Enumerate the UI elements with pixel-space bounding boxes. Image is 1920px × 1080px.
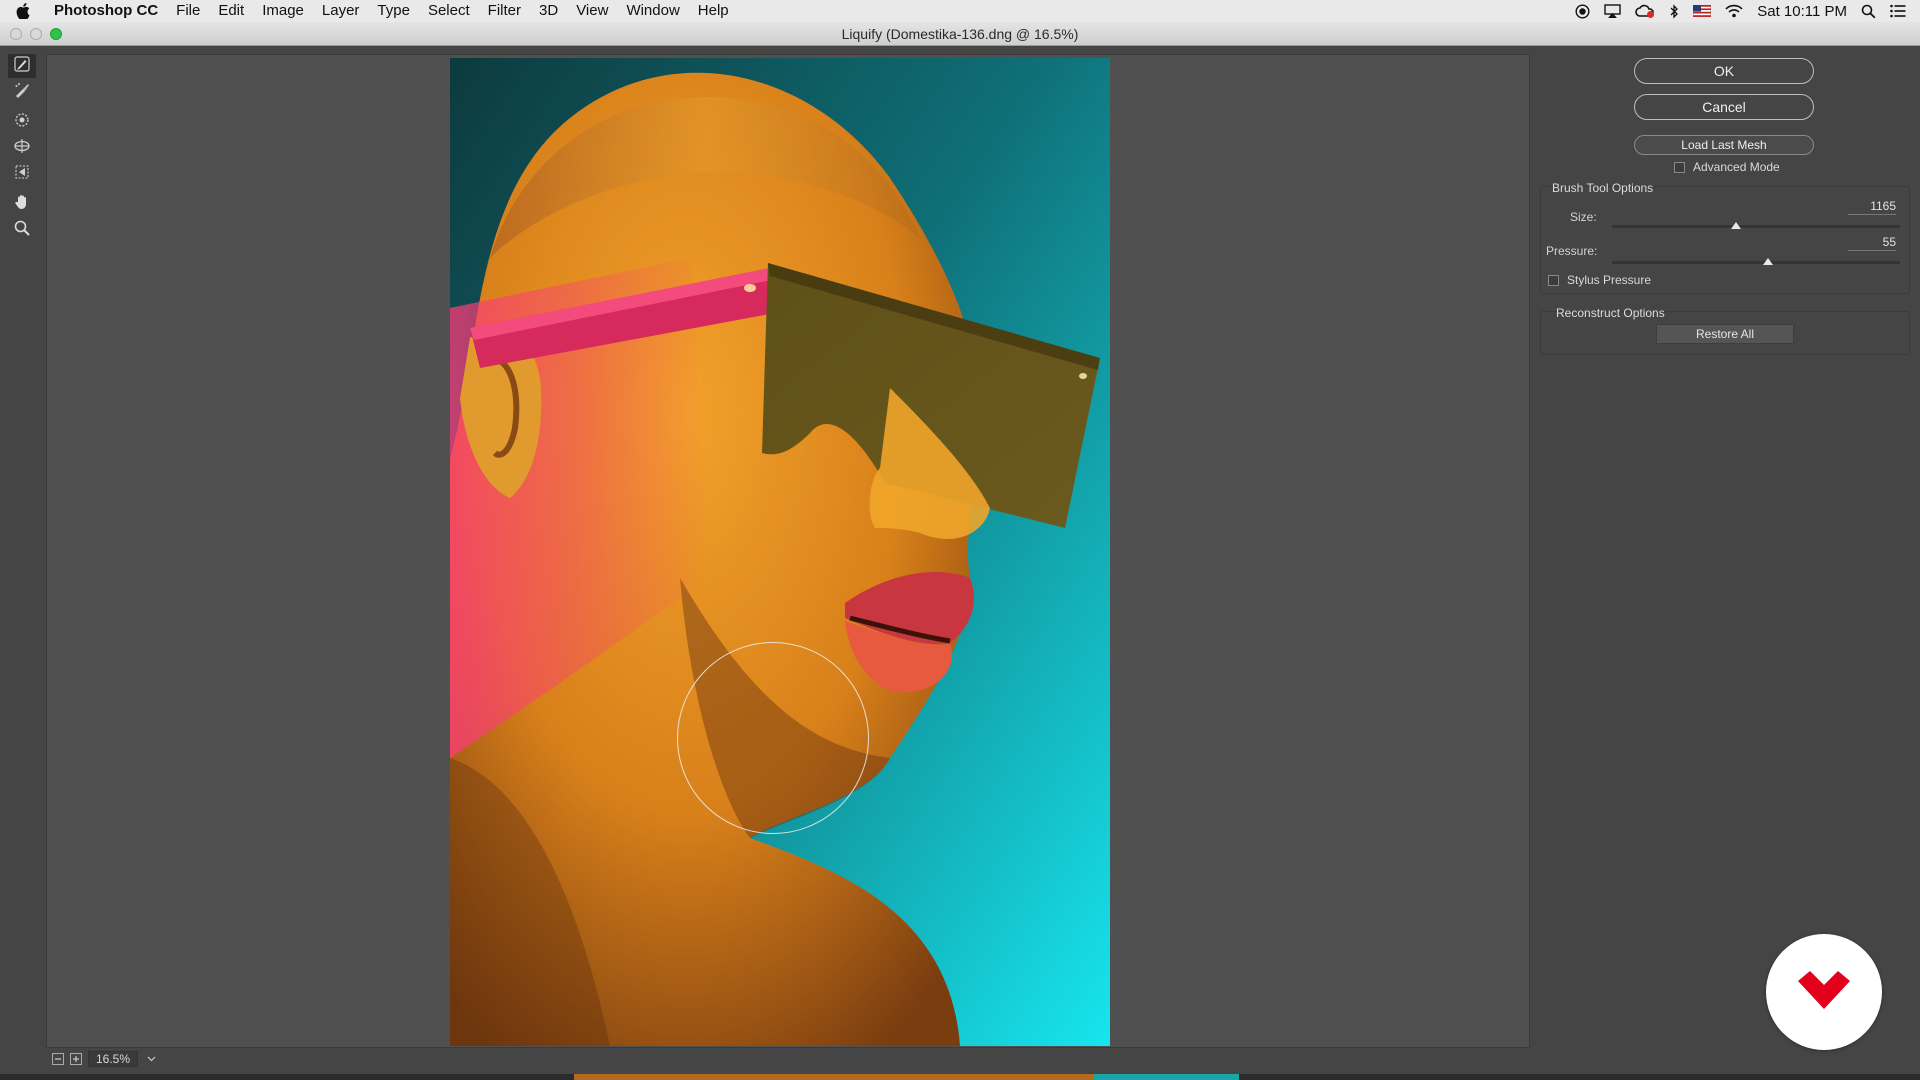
pressure-value-field[interactable]: 55 xyxy=(1848,235,1896,251)
domestika-badge xyxy=(1766,934,1882,1050)
bloat-tool[interactable] xyxy=(8,136,36,160)
domestika-logo-icon xyxy=(1794,969,1854,1016)
size-slider-thumb[interactable] xyxy=(1730,222,1741,229)
liquify-options-panel: OK Cancel Load Last Mesh Advanced Mode B… xyxy=(1530,46,1920,1074)
wifi-icon[interactable] xyxy=(1725,4,1743,18)
advanced-mode-row[interactable]: Advanced Mode xyxy=(1674,160,1780,174)
reconstruct-brush-icon xyxy=(13,81,31,104)
zoom-window-button[interactable] xyxy=(50,28,62,40)
size-label: Size: xyxy=(1570,210,1597,224)
chevron-down-icon[interactable] xyxy=(144,1056,158,1062)
flag-icon[interactable] xyxy=(1693,5,1712,17)
notification-center-icon[interactable] xyxy=(1890,4,1906,18)
menu-layer[interactable]: Layer xyxy=(313,0,369,22)
menu-edit[interactable]: Edit xyxy=(209,0,253,22)
warp-brush-icon xyxy=(13,55,31,78)
portrait-photo[interactable] xyxy=(450,58,1110,1046)
menu-window[interactable]: Window xyxy=(617,0,688,22)
restore-all-button[interactable]: Restore All xyxy=(1656,324,1794,344)
pressure-slider-track[interactable] xyxy=(1612,261,1900,264)
system-menu-bar: Photoshop CC File Edit Image Layer Type … xyxy=(0,0,1920,22)
bottom-strip-orange xyxy=(574,1074,1094,1080)
menu-filter[interactable]: Filter xyxy=(479,0,530,22)
pressure-label: Pressure: xyxy=(1546,244,1598,258)
advanced-mode-checkbox[interactable] xyxy=(1674,161,1685,173)
zoom-tool[interactable] xyxy=(8,218,36,242)
zoom-status-bar: 16.5% xyxy=(46,1048,1530,1070)
airplay-icon[interactable] xyxy=(1604,3,1621,19)
close-window-button[interactable] xyxy=(10,28,22,40)
zoom-icon xyxy=(13,219,31,242)
zoom-level-field[interactable]: 16.5% xyxy=(88,1051,138,1067)
brush-tool-options-title: Brush Tool Options xyxy=(1552,181,1654,195)
record-icon[interactable] xyxy=(1575,3,1590,19)
menu-type[interactable]: Type xyxy=(368,0,419,22)
bottom-strip xyxy=(0,1074,1920,1080)
liquify-dialog: 16.5% OK Cancel Load Last Mesh Advanced … xyxy=(0,46,1920,1074)
bottom-strip-teal xyxy=(1094,1074,1239,1080)
spotlight-icon[interactable] xyxy=(1861,4,1876,19)
menu-image[interactable]: Image xyxy=(253,0,313,22)
stylus-pressure-row[interactable]: Stylus Pressure xyxy=(1548,273,1651,287)
preview-canvas[interactable] xyxy=(46,54,1530,1048)
menu-file[interactable]: File xyxy=(167,0,209,22)
bluetooth-icon[interactable] xyxy=(1669,3,1679,19)
liquify-toolbox xyxy=(8,54,38,244)
minimize-window-button[interactable] xyxy=(30,28,42,40)
stylus-pressure-label: Stylus Pressure xyxy=(1567,273,1652,287)
push-left-icon xyxy=(13,163,31,186)
zoom-out-button[interactable] xyxy=(52,1053,64,1065)
status-menu-extras: Sat 10:11 PM xyxy=(1575,0,1906,22)
pucker-tool[interactable] xyxy=(8,110,36,134)
dialog-title: Liquify (Domestika-136.dng @ 16.5%) xyxy=(841,26,1079,42)
stylus-pressure-checkbox[interactable] xyxy=(1548,274,1559,286)
reconstruct-tool[interactable] xyxy=(8,80,36,104)
apple-icon[interactable] xyxy=(16,3,46,19)
cancel-button[interactable]: Cancel xyxy=(1634,94,1814,120)
hand-tool[interactable] xyxy=(8,192,36,216)
menu-app-name[interactable]: Photoshop CC xyxy=(46,0,167,22)
menu-help[interactable]: Help xyxy=(689,0,738,22)
size-value-field[interactable]: 1165 xyxy=(1848,199,1896,215)
ok-button[interactable]: OK xyxy=(1634,58,1814,84)
forward-warp-tool[interactable] xyxy=(8,54,36,78)
traffic-lights xyxy=(10,28,62,40)
menu-select[interactable]: Select xyxy=(419,0,479,22)
dialog-title-bar: Liquify (Domestika-136.dng @ 16.5%) xyxy=(0,22,1920,46)
zoom-in-button[interactable] xyxy=(70,1053,82,1065)
bloat-icon xyxy=(13,137,31,160)
advanced-mode-label: Advanced Mode xyxy=(1693,160,1780,174)
menu-view[interactable]: View xyxy=(567,0,617,22)
push-left-tool[interactable] xyxy=(8,162,36,186)
clock[interactable]: Sat 10:11 PM xyxy=(1757,3,1847,20)
hand-icon xyxy=(13,193,31,216)
menu-3d[interactable]: 3D xyxy=(530,0,567,22)
load-last-mesh-button[interactable]: Load Last Mesh xyxy=(1634,135,1814,155)
creative-cloud-icon[interactable] xyxy=(1635,4,1655,19)
pressure-slider-thumb[interactable] xyxy=(1762,258,1773,265)
reconstruct-options-title: Reconstruct Options xyxy=(1556,306,1665,320)
pucker-icon xyxy=(13,111,31,134)
size-slider-track[interactable] xyxy=(1612,225,1900,228)
